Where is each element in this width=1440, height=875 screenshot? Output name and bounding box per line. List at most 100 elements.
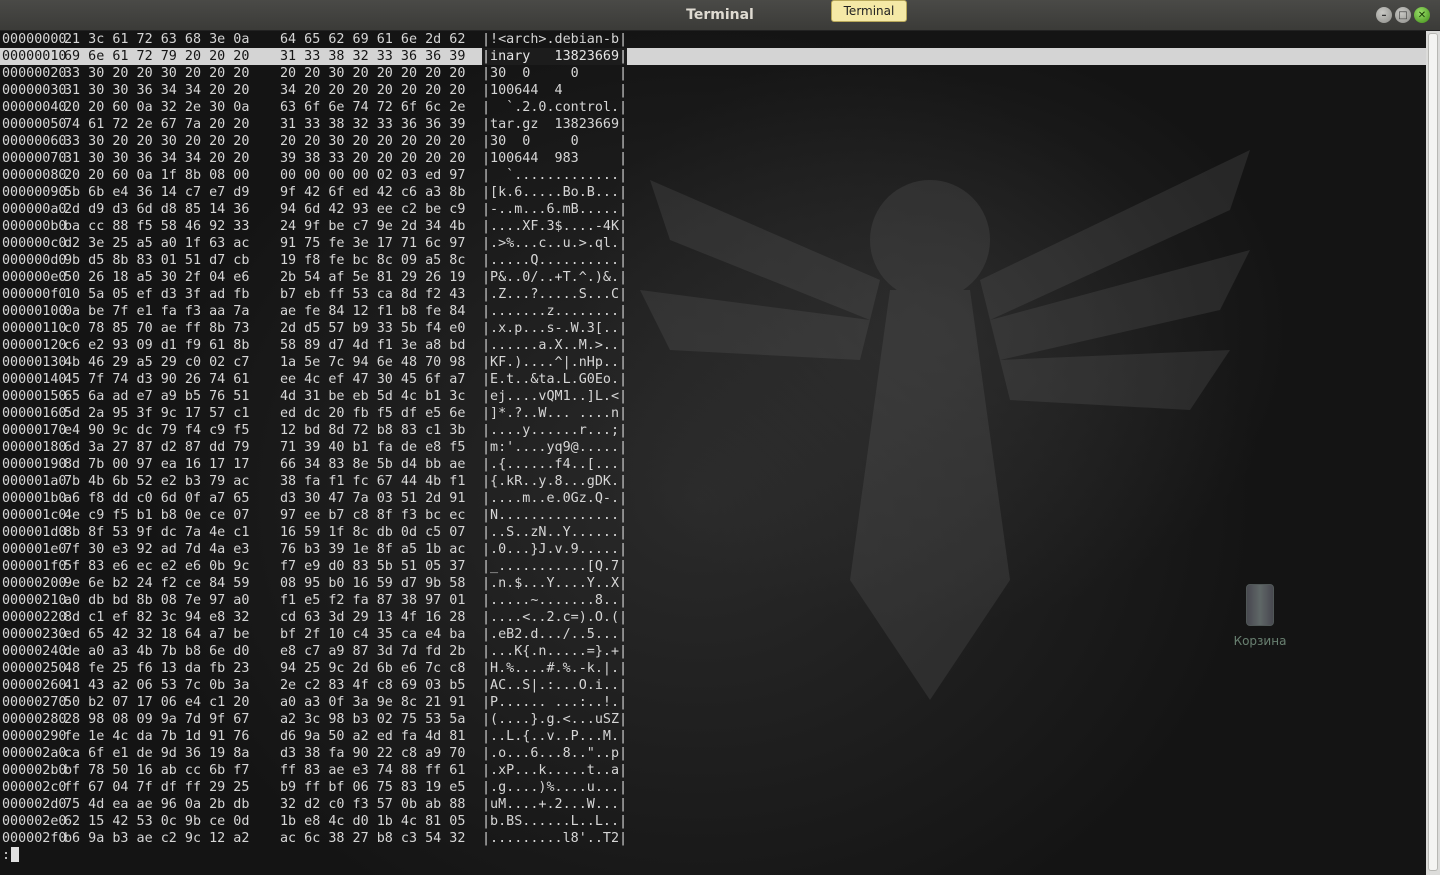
hex-bytes-right: a0 a3 0f 3a 9e 8c 21 91 <box>280 695 466 710</box>
hexdump-row: 0000002033 30 20 20 30 20 20 20 20 20 30 … <box>0 65 1426 82</box>
hex-offset: 00000230 <box>2 627 67 642</box>
hexdump-row: 0000005074 61 72 2e 67 7a 20 20 31 33 38 … <box>0 116 1426 133</box>
hex-bytes-right: b7 eb ff 53 ca 8d f2 43 <box>280 287 466 302</box>
hexdump-row: 0000000021 3c 61 72 63 68 3e 0a 64 65 62 … <box>0 31 1426 48</box>
hexdump-row: 000000b0ba cc 88 f5 58 46 92 33 24 9f be … <box>0 218 1426 235</box>
ascii-column: |.0...}J.v.9.....| <box>482 542 628 557</box>
hex-bytes-left: c6 e2 93 09 d1 f9 61 8b <box>64 338 250 353</box>
pager-prompt[interactable]: : <box>0 847 1426 864</box>
hex-bytes-right: ae fe 84 12 f1 b8 fe 84 <box>280 304 466 319</box>
ascii-column: |.xP...k.....t..a| <box>482 763 628 778</box>
ascii-column: |....m..e.0Gz.Q-.| <box>482 491 628 506</box>
hexdump-row: 0000008020 20 60 0a 1f 8b 08 00 00 00 00 … <box>0 167 1426 184</box>
hex-offset: 000002c0 <box>2 780 67 795</box>
hex-bytes-right: ac 6c 38 27 b8 c3 54 32 <box>280 831 466 846</box>
ascii-column: |30 0 0 | <box>482 134 628 149</box>
hex-bytes-left: 5d 2a 95 3f 9c 17 57 c1 <box>64 406 250 421</box>
ascii-column: |..S..zN..Y......| <box>482 525 628 540</box>
hex-bytes-right: 91 75 fe 3e 17 71 6c 97 <box>280 236 466 251</box>
hex-offset: 00000260 <box>2 678 67 693</box>
hex-offset: 000002a0 <box>2 746 67 761</box>
hexdump-row: 000000f010 5a 05 ef d3 3f ad fb b7 eb ff … <box>0 286 1426 303</box>
hex-bytes-left: 31 30 30 36 34 34 20 20 <box>64 151 250 166</box>
hexdump-row: 00000170e4 90 9c dc 79 f4 c9 f5 12 bd 8d … <box>0 422 1426 439</box>
hex-bytes-right: 63 6f 6e 74 72 6f 6c 2e <box>280 100 466 115</box>
ascii-column: |....XF.3$....-4K| <box>482 219 628 234</box>
hex-bytes-left: 5b 6b e4 36 14 c7 e7 d9 <box>64 185 250 200</box>
ascii-column: |tar.gz 13823669| <box>482 117 628 132</box>
hex-offset: 00000110 <box>2 321 67 336</box>
hex-bytes-left: 20 20 60 0a 1f 8b 08 00 <box>64 168 250 183</box>
hex-bytes-right: 39 38 33 20 20 20 20 20 <box>280 151 466 166</box>
hex-bytes-left: 8d c1 ef 82 3c 94 e8 32 <box>64 610 250 625</box>
hex-offset: 00000150 <box>2 389 67 404</box>
hex-bytes-left: 48 fe 25 f6 13 da fb 23 <box>64 661 250 676</box>
hex-bytes-right: 08 95 b0 16 59 d7 9b 58 <box>280 576 466 591</box>
hex-offset: 00000130 <box>2 355 67 370</box>
hex-bytes-left: 5f 83 e6 ec e2 e6 0b 9c <box>64 559 250 574</box>
ascii-column: |.>%...c..u.>.ql.| <box>482 236 628 251</box>
hex-offset: 00000100 <box>2 304 67 319</box>
maximize-button[interactable]: □ <box>1395 7 1411 23</box>
ascii-column: |E.t..&ta.L.G0Eo.| <box>482 372 628 387</box>
hex-bytes-right: 38 fa f1 fc 67 44 4b f1 <box>280 474 466 489</box>
ascii-column: |P&..0/..+T.^.)&.| <box>482 270 628 285</box>
hex-bytes-right: 34 20 20 20 20 20 20 20 <box>280 83 466 98</box>
ascii-column: |uM....+.2...W...| <box>482 797 628 812</box>
hex-bytes-left: 74 61 72 2e 67 7a 20 20 <box>64 117 250 132</box>
hex-bytes-left: c0 78 85 70 ae ff 8b 73 <box>64 321 250 336</box>
hex-offset: 000002b0 <box>2 763 67 778</box>
hex-offset: 000001d0 <box>2 525 67 540</box>
hex-bytes-left: 7b 4b 6b 52 e2 b3 79 ac <box>64 474 250 489</box>
hex-bytes-left: 6d 3a 27 87 d2 87 dd 79 <box>64 440 250 455</box>
hexdump-row: 0000007031 30 30 36 34 34 20 20 39 38 33 … <box>0 150 1426 167</box>
hex-offset: 000000f0 <box>2 287 67 302</box>
hexdump-row: 000002009e 6e b2 24 f2 ce 84 59 08 95 b0 … <box>0 575 1426 592</box>
ascii-column: |.{......f4..[...| <box>482 457 628 472</box>
hex-bytes-right: 20 20 30 20 20 20 20 20 <box>280 134 466 149</box>
hex-bytes-right: 97 ee b7 c8 8f f3 bc ec <box>280 508 466 523</box>
hex-offset: 000001e0 <box>2 542 67 557</box>
ascii-column: |.....~.......8..| <box>482 593 628 608</box>
hexdump-row: 0000026041 43 a2 06 53 7c 0b 3a 2e c2 83 … <box>0 677 1426 694</box>
hex-bytes-right: e8 c7 a9 87 3d 7d fd 2b <box>280 644 466 659</box>
window-titlebar[interactable]: Terminal Terminal – □ ✕ <box>0 0 1440 31</box>
hex-offset: 00000200 <box>2 576 67 591</box>
hexdump-row: 0000027050 b2 07 17 06 e4 c1 20 a0 a3 0f … <box>0 694 1426 711</box>
ascii-column: |100644 4 | <box>482 83 628 98</box>
hex-offset: 000000c0 <box>2 236 67 251</box>
hex-offset: 00000240 <box>2 644 67 659</box>
ascii-column: |!<arch>.debian-b| <box>482 32 628 47</box>
hex-offset: 000002e0 <box>2 814 67 829</box>
hexdump-row: 000001e07f 30 e3 92 ad 7d 4a e3 76 b3 39 … <box>0 541 1426 558</box>
hexdump-row: 00000240de a0 a3 4b 7b b8 6e d0 e8 c7 a9 … <box>0 643 1426 660</box>
hex-offset: 00000000 <box>2 32 67 47</box>
hex-bytes-right: 20 20 30 20 20 20 20 20 <box>280 66 466 81</box>
window-title: Terminal <box>686 7 754 23</box>
hex-bytes-right: 2e c2 83 4f c8 69 03 b5 <box>280 678 466 693</box>
scrollbar-thumb[interactable] <box>1428 33 1438 871</box>
ascii-column: |]*.?..W... ....n| <box>482 406 628 421</box>
hex-bytes-left: ff 67 04 7f df ff 29 25 <box>64 780 250 795</box>
hex-bytes-right: ed dc 20 fb f5 df e5 6e <box>280 406 466 421</box>
hex-bytes-left: b6 9a b3 ae c2 9c 12 a2 <box>64 831 250 846</box>
hex-offset: 00000190 <box>2 457 67 472</box>
vertical-scrollbar[interactable] <box>1426 31 1440 875</box>
hex-bytes-left: a0 db bd 8b 08 7e 97 a0 <box>64 593 250 608</box>
ascii-column: |[k.6.....Bo.B...| <box>482 185 628 200</box>
hex-bytes-left: 41 43 a2 06 53 7c 0b 3a <box>64 678 250 693</box>
hex-bytes-left: ca 6f e1 de 9d 36 19 8a <box>64 746 250 761</box>
hex-bytes-left: a6 f8 dd c0 6d 0f a7 65 <box>64 491 250 506</box>
minimize-button[interactable]: – <box>1376 7 1392 23</box>
ascii-column: |N...............| <box>482 508 628 523</box>
hex-bytes-left: ba cc 88 f5 58 46 92 33 <box>64 219 250 234</box>
close-button[interactable]: ✕ <box>1414 7 1430 23</box>
hex-bytes-left: 8d 7b 00 97 ea 16 17 17 <box>64 457 250 472</box>
hex-bytes-left: 0a be 7f e1 fa f3 aa 7a <box>64 304 250 319</box>
hex-bytes-left: 33 30 20 20 30 20 20 20 <box>64 134 250 149</box>
hex-bytes-left: 10 5a 05 ef d3 3f ad fb <box>64 287 250 302</box>
ascii-column: |....y......r...;| <box>482 423 628 438</box>
terminal-output[interactable]: 0000000021 3c 61 72 63 68 3e 0a 64 65 62 … <box>0 31 1426 875</box>
ascii-column: |.eB2.d.../..5...| <box>482 627 628 642</box>
hex-bytes-right: b9 ff bf 06 75 83 19 e5 <box>280 780 466 795</box>
